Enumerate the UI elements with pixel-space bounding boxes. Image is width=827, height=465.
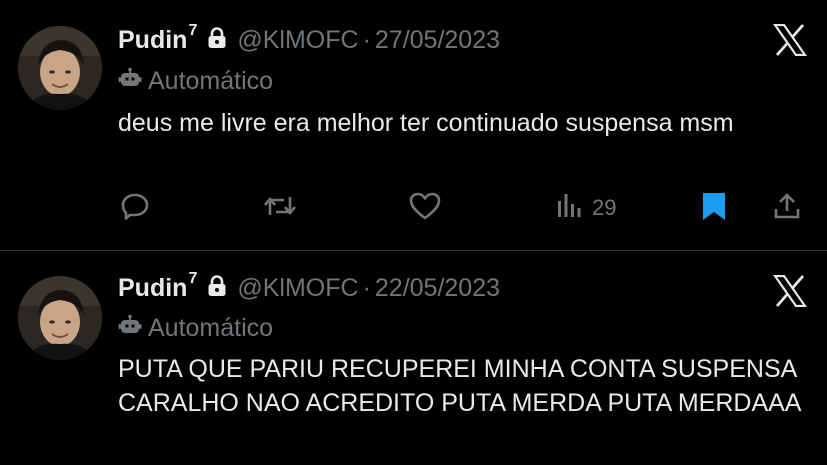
author-handle[interactable]: @KlMOFC — [237, 274, 358, 303]
tweet[interactable]: Pudin 7 @KlMOFC · 22/05/2023 Automático … — [0, 251, 827, 465]
share-button[interactable] — [772, 190, 802, 226]
like-icon — [408, 191, 442, 226]
retweet-button[interactable] — [262, 190, 298, 226]
tweet-feed: Pudin 7 @KlMOFC · 27/05/2023 Automático … — [0, 0, 827, 465]
share-icon — [772, 191, 802, 226]
author-name[interactable]: Pudin — [118, 274, 187, 303]
avatar[interactable] — [18, 26, 102, 110]
robot-icon — [118, 67, 142, 96]
reply-icon — [120, 191, 150, 226]
tweet-date[interactable]: 22/05/2023 — [375, 274, 500, 303]
tweet-actions: 29 — [118, 190, 808, 226]
automated-label: Automático — [118, 64, 273, 98]
tweet-header: Pudin 7 @KlMOFC · 27/05/2023 — [118, 22, 500, 58]
retweet-icon — [262, 191, 298, 226]
views-count: 29 — [592, 195, 617, 220]
lock-icon — [207, 26, 227, 54]
tweet-text: deus me livre era melhor ter continuado … — [118, 109, 734, 137]
lock-icon — [207, 274, 227, 302]
bookmark-button[interactable] — [700, 190, 728, 226]
automated-text: Automático — [148, 313, 274, 342]
author-name-badge: 7 — [188, 22, 198, 39]
x-logo-icon — [772, 23, 808, 61]
author-handle[interactable]: @KlMOFC — [237, 26, 358, 55]
automated-text: Automático — [148, 66, 274, 95]
tweet[interactable]: Pudin 7 @KlMOFC · 27/05/2023 Automático … — [0, 0, 827, 250]
views-icon — [554, 191, 584, 226]
like-button[interactable] — [408, 190, 442, 226]
views-button[interactable]: 29 — [554, 190, 616, 226]
author-name-badge: 7 — [188, 270, 198, 287]
tweet-header: Pudin 7 @KlMOFC · 22/05/2023 — [118, 270, 500, 306]
avatar[interactable] — [18, 276, 102, 360]
separator-dot: · — [362, 25, 371, 54]
separator-dot: · — [362, 273, 371, 302]
automated-label: Automático — [118, 311, 273, 345]
author-name[interactable]: Pudin — [118, 26, 187, 55]
bookmark-icon-filled — [700, 190, 728, 227]
robot-icon — [118, 314, 142, 343]
reply-button[interactable] — [120, 190, 150, 226]
tweet-text: PUTA QUE PARIU RECUPEREI MINHA CONTA SUS… — [118, 355, 802, 417]
tweet-date[interactable]: 27/05/2023 — [375, 26, 500, 55]
x-logo-icon — [772, 274, 808, 312]
